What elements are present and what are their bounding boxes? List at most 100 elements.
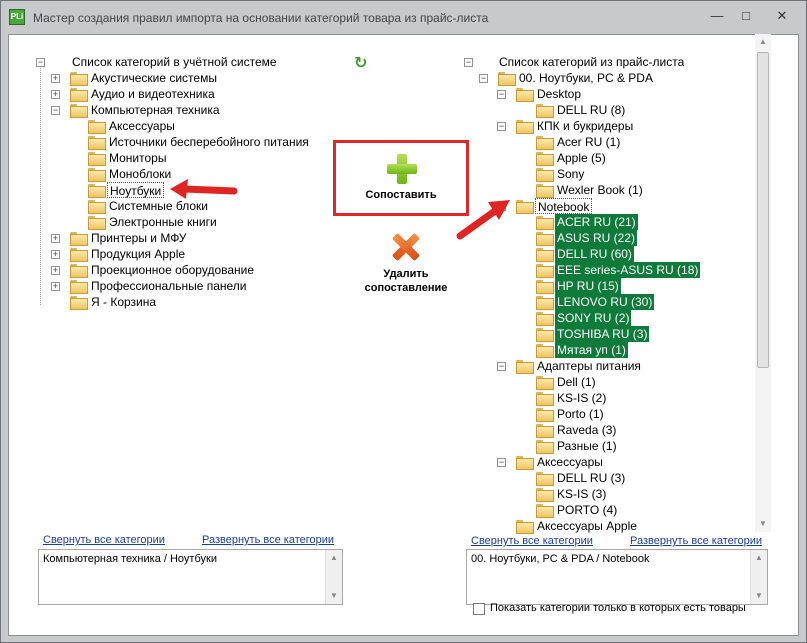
close-icon[interactable]: ✕ <box>769 6 795 26</box>
left_panel-tree-item[interactable]: Мониторы <box>107 150 168 166</box>
right-expand-all-link[interactable]: Развернуть все категории <box>630 535 762 547</box>
scroll-down-icon[interactable]: ▼ <box>326 588 342 604</box>
left-path-scrollbar[interactable]: ▲ ▼ <box>325 550 342 604</box>
left_panel-tree-item[interactable]: Проекционное оборудование <box>89 262 256 278</box>
folder-icon <box>70 104 88 118</box>
right-selected-path-field[interactable]: 00. Ноутбуки, PC & PDA / Notebook ▲ ▼ <box>466 549 768 605</box>
left_panel-tree-item[interactable]: Компьютерная техника <box>89 102 222 118</box>
left-collapse-all-link[interactable]: Свернуть все категории <box>43 534 165 546</box>
right_panel-tree-item[interactable]: Notebook <box>535 198 593 214</box>
collapse-icon[interactable]: − <box>479 74 488 83</box>
left_panel-tree-item[interactable]: Аксессуары <box>107 118 177 134</box>
right-tree-scrollbar[interactable]: ▲ ▼ <box>755 34 771 532</box>
folder-icon <box>536 264 554 278</box>
right_panel-tree-item[interactable]: HP RU (15) <box>555 278 621 294</box>
right_panel-tree-item[interactable]: Разные (1) <box>555 438 619 454</box>
only-with-goods-checkbox[interactable] <box>473 603 485 615</box>
refresh-icon[interactable]: ↻ <box>354 56 370 72</box>
right_panel-tree-item[interactable]: Аксессуары <box>535 454 605 470</box>
right_panel-tree-item[interactable]: Acer RU (1) <box>555 134 622 150</box>
right-collapse-all-link[interactable]: Свернуть все категории <box>471 535 593 547</box>
right_panel-tree-item[interactable]: ACER RU (21) <box>555 214 638 230</box>
folder-icon <box>88 184 106 198</box>
right_panel-tree-item[interactable]: Desktop <box>535 86 583 102</box>
right_panel-tree-item[interactable]: 00. Ноутбуки, PC & PDA <box>517 70 655 86</box>
right_panel-tree-item[interactable]: DELL RU (3) <box>555 470 627 486</box>
left_panel-tree-item[interactable]: Акустические системы <box>89 70 219 86</box>
expand-icon[interactable]: + <box>51 90 60 99</box>
folder-icon <box>536 424 554 438</box>
right_panel-tree-item[interactable]: DELL RU (60) <box>555 246 634 262</box>
right_panel-tree-item[interactable]: Apple (5) <box>555 150 608 166</box>
right_panel-tree-item[interactable]: PORTO (4) <box>555 502 619 518</box>
right_panel-tree-item[interactable]: TOSHIBA RU (3) <box>555 326 650 342</box>
left_panel-tree-item[interactable]: Ноутбуки <box>107 182 165 198</box>
expand-icon[interactable]: + <box>51 266 60 275</box>
right_panel-tree-item[interactable]: EEE series-ASUS RU (18) <box>555 262 701 278</box>
folder-icon <box>536 488 554 502</box>
right_panel-tree-item[interactable]: Dell (1) <box>555 374 598 390</box>
left-selected-path-field[interactable]: Компьютерная техника / Ноутбуки ▲ ▼ <box>38 549 343 605</box>
title-bar[interactable]: PLi Мастер создания правил импорта на ос… <box>1 1 806 35</box>
left_panel-tree-item[interactable]: Продукция Apple <box>89 246 187 262</box>
maximize-icon[interactable]: □ <box>733 6 759 26</box>
right_panel-tree-item[interactable]: DELL RU (8) <box>555 102 627 118</box>
folder-icon <box>70 232 88 246</box>
collapse-icon[interactable]: − <box>497 122 506 131</box>
right-selected-path: 00. Ноутбуки, PC & PDA / Notebook <box>471 553 650 565</box>
delete-button-label-line1[interactable]: Удалить <box>356 268 456 280</box>
folder-icon <box>70 72 88 86</box>
right-path-scrollbar[interactable]: ▲ ▼ <box>750 550 767 604</box>
folder-icon <box>516 120 534 134</box>
folder-icon <box>536 232 554 246</box>
right_panel-tree-item[interactable]: Raveda (3) <box>555 422 618 438</box>
folder-icon <box>536 136 554 150</box>
folder-icon <box>70 88 88 102</box>
minimize-icon[interactable]: — <box>704 6 730 26</box>
expand-icon[interactable]: + <box>51 74 60 83</box>
left_panel-tree-item[interactable]: Источники бесперебойного питания <box>107 134 311 150</box>
folder-icon <box>88 200 106 214</box>
right_panel-tree-item[interactable]: LENOVO RU (30) <box>555 294 655 310</box>
left_panel-tree-item[interactable]: Я - Корзина <box>89 294 158 310</box>
scroll-down-icon[interactable]: ▼ <box>751 588 767 604</box>
scroll-up-icon[interactable]: ▲ <box>755 34 771 50</box>
right_panel-tree-item[interactable]: SONY RU (2) <box>555 310 632 326</box>
right_panel-tree-item[interactable]: Porto (1) <box>555 406 606 422</box>
right_panel-tree-item[interactable]: КПК и букридеры <box>535 118 635 134</box>
folder-icon <box>536 280 554 294</box>
left_panel-tree-item[interactable]: Моноблоки <box>107 166 173 182</box>
collapse-icon[interactable]: − <box>464 58 473 67</box>
annotation-arrow-left <box>170 179 238 199</box>
right_panel-tree-item[interactable]: Мятая уп (1) <box>555 342 628 358</box>
folder-icon <box>536 168 554 182</box>
collapse-icon[interactable]: − <box>51 106 60 115</box>
expand-icon[interactable]: + <box>51 282 60 291</box>
folder-icon <box>70 264 88 278</box>
expand-icon[interactable]: + <box>51 250 60 259</box>
delete-icon[interactable] <box>392 233 420 261</box>
left-expand-all-link[interactable]: Развернуть все категории <box>202 534 334 546</box>
scrollbar-thumb[interactable] <box>757 52 769 368</box>
right_panel-tree-item[interactable]: KS-IS (2) <box>555 390 608 406</box>
match-button[interactable]: Сопоставить <box>333 140 469 216</box>
scroll-down-icon[interactable]: ▼ <box>755 516 771 532</box>
left_panel-tree-item[interactable]: Аудио и видеотехника <box>89 86 217 102</box>
right_panel-tree-item[interactable]: Sony <box>555 166 586 182</box>
right_panel-tree-item[interactable]: Wexler Book (1) <box>555 182 645 198</box>
expand-icon[interactable]: + <box>51 234 60 243</box>
right_panel-tree-item[interactable]: Адаптеры питания <box>535 358 643 374</box>
right_panel-tree-item[interactable]: KS-IS (3) <box>555 486 608 502</box>
left_panel-tree-item[interactable]: Электронные книги <box>107 214 219 230</box>
delete-button-label-line2[interactable]: сопоставление <box>356 282 456 294</box>
scroll-up-icon[interactable]: ▲ <box>326 550 342 566</box>
collapse-icon[interactable]: − <box>497 362 506 371</box>
left_panel-tree-item[interactable]: Принтеры и МФУ <box>89 230 188 246</box>
folder-icon <box>536 504 554 518</box>
right_panel-tree-item[interactable]: Аксессуары Apple <box>535 518 639 534</box>
left_panel-tree-item[interactable]: Профессиональные панели <box>89 278 249 294</box>
collapse-icon[interactable]: − <box>497 458 506 467</box>
collapse-icon[interactable]: − <box>497 90 506 99</box>
right_panel-tree-item[interactable]: ASUS RU (22) <box>555 230 638 246</box>
scroll-up-icon[interactable]: ▲ <box>751 550 767 566</box>
